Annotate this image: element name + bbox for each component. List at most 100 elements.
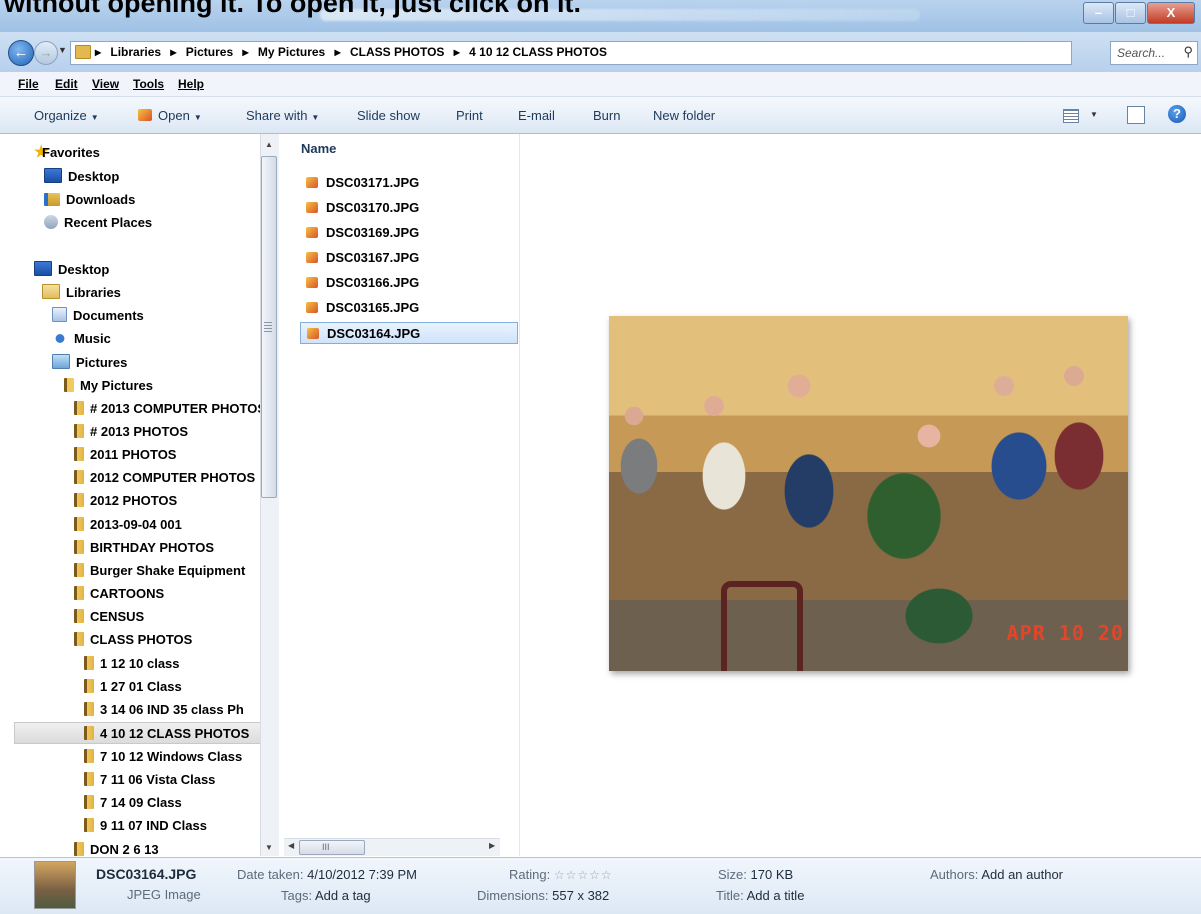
date-taken-field[interactable]: Date taken: 4/10/2012 7:39 PM xyxy=(237,867,417,882)
help-icon[interactable]: ? xyxy=(1168,105,1186,123)
rating-stars-icon[interactable]: ☆☆☆☆☆ xyxy=(554,868,613,882)
tree-item-libraries[interactable]: Libraries xyxy=(42,282,121,304)
photo-date-stamp: APR 10 20 xyxy=(1006,621,1124,645)
breadcrumb-my-pictures[interactable]: My Pictures xyxy=(258,45,325,59)
tree-item-folder[interactable]: 2012 PHOTOS xyxy=(74,490,177,512)
file-item[interactable]: DSC03167.JPG xyxy=(300,247,518,269)
share-with-label: Share with xyxy=(246,108,308,123)
organize-button[interactable]: Organize ▼ xyxy=(34,108,99,123)
minimize-button[interactable]: – xyxy=(1083,2,1114,24)
tree-item-favorites[interactable]: ★Favorites xyxy=(34,142,100,164)
email-button[interactable]: E-mail xyxy=(518,108,555,123)
folder-icon xyxy=(84,772,94,786)
breadcrumb-separator-icon[interactable]: ▸ xyxy=(95,45,101,59)
menu-help[interactable]: Help xyxy=(178,77,204,91)
burn-button[interactable]: Burn xyxy=(593,108,620,123)
tree-item-recent-places[interactable]: Recent Places xyxy=(44,212,152,234)
breadcrumb-libraries[interactable]: Libraries xyxy=(110,45,161,59)
breadcrumb-pictures[interactable]: Pictures xyxy=(186,45,233,59)
file-item[interactable]: DSC03169.JPG xyxy=(300,222,518,244)
tree-item-pictures[interactable]: Pictures xyxy=(52,352,127,374)
tree-item-folder[interactable]: CARTOONS xyxy=(74,583,164,605)
open-button[interactable]: Open ▼ xyxy=(138,108,202,123)
folder-icon xyxy=(84,818,94,832)
scroll-up-icon[interactable]: ▲ xyxy=(265,140,273,149)
authors-field[interactable]: Authors: Add an author xyxy=(930,867,1063,882)
tree-item-my-pictures[interactable]: My Pictures xyxy=(64,375,153,397)
breadcrumb-current-folder[interactable]: 4 10 12 CLASS PHOTOS xyxy=(469,45,607,59)
tree-item-folder[interactable]: 3 14 06 IND 35 class Ph xyxy=(84,699,244,721)
tree-item-music[interactable]: Music xyxy=(52,328,111,350)
tree-item-label: Downloads xyxy=(66,192,136,207)
new-folder-button[interactable]: New folder xyxy=(653,108,715,123)
documents-icon xyxy=(52,307,67,322)
tree-item-selected-folder[interactable]: 4 10 12 CLASS PHOTOS xyxy=(14,722,278,744)
tree-item-folder[interactable]: CENSUS xyxy=(74,606,144,628)
tree-item-label: 1 12 10 class xyxy=(100,656,180,671)
rating-field[interactable]: Rating: ☆☆☆☆☆ xyxy=(509,867,613,882)
forward-button[interactable]: → xyxy=(34,41,58,65)
menu-edit[interactable]: Edit xyxy=(55,77,78,91)
scroll-left-icon[interactable]: ◀ xyxy=(288,841,294,850)
breadcrumb-separator-icon[interactable]: ▸ xyxy=(335,45,341,59)
file-item[interactable]: DSC03165.JPG xyxy=(300,297,518,319)
file-item-selected[interactable]: DSC03164.JPG xyxy=(300,322,518,344)
breadcrumb-separator-icon[interactable]: ▸ xyxy=(243,45,249,59)
tree-item-folder[interactable]: 7 14 09 Class xyxy=(84,792,182,814)
tree-item-folder[interactable]: 2011 PHOTOS xyxy=(74,444,176,466)
breadcrumb-separator-icon[interactable]: ▸ xyxy=(170,45,176,59)
address-bar[interactable]: ▸ Libraries ▸ Pictures ▸ My Pictures ▸ C… xyxy=(70,41,1141,65)
tree-item-folder[interactable]: # 2013 PHOTOS xyxy=(74,421,188,443)
preview-pane-toggle-icon[interactable] xyxy=(1127,106,1145,124)
breadcrumb-separator-icon[interactable]: ▸ xyxy=(454,45,460,59)
tree-item-downloads[interactable]: Downloads xyxy=(44,189,135,211)
chevron-down-icon[interactable]: ▼ xyxy=(1090,110,1098,119)
close-button[interactable]: X xyxy=(1147,2,1195,24)
name-column-header[interactable]: Name xyxy=(301,141,336,156)
tree-item-desktop-root[interactable]: Desktop xyxy=(34,259,109,281)
tree-item-folder[interactable]: DON 2 6 13 xyxy=(74,839,159,856)
tree-item-folder[interactable]: Burger Shake Equipment xyxy=(74,560,245,582)
file-item[interactable]: DSC03171.JPG xyxy=(300,172,518,194)
tree-item-folder[interactable]: 1 12 10 class xyxy=(84,653,180,675)
tree-item-folder[interactable]: 1 27 01 Class xyxy=(84,676,182,698)
tree-item-folder[interactable]: BIRTHDAY PHOTOS xyxy=(74,537,214,559)
tree-item-folder[interactable]: 7 10 12 Windows Class xyxy=(84,746,242,768)
tree-item-documents[interactable]: Documents xyxy=(52,305,144,327)
tags-field[interactable]: Tags: Add a tag xyxy=(281,888,371,903)
change-view-icon[interactable] xyxy=(1063,109,1079,123)
file-list-scroll-thumb[interactable] xyxy=(299,840,365,855)
print-button[interactable]: Print xyxy=(456,108,483,123)
breadcrumb-class-photos[interactable]: CLASS PHOTOS xyxy=(350,45,444,59)
maximize-button[interactable]: □ xyxy=(1115,2,1146,24)
back-button[interactable]: ← xyxy=(8,40,34,66)
tree-item-folder[interactable]: 7 11 06 Vista Class xyxy=(84,769,215,791)
menu-bar: File Edit View Tools Help xyxy=(0,72,1201,97)
scroll-down-icon[interactable]: ▼ xyxy=(265,843,273,852)
tree-item-label: CENSUS xyxy=(90,609,145,624)
share-with-button[interactable]: Share with ▼ xyxy=(246,108,319,123)
scroll-right-icon[interactable]: ▶ xyxy=(489,841,495,850)
menu-tools[interactable]: Tools xyxy=(133,77,164,91)
search-input[interactable]: Search... ⚲ xyxy=(1110,41,1198,65)
tree-item-folder[interactable]: 9 11 07 IND Class xyxy=(84,815,207,837)
tree-item-label: Recent Places xyxy=(64,215,153,230)
menu-file[interactable]: File xyxy=(18,77,39,91)
tree-item-folder[interactable]: 2012 COMPUTER PHOTOS xyxy=(74,467,255,489)
image-file-icon xyxy=(306,277,318,288)
file-item[interactable]: DSC03170.JPG xyxy=(300,197,518,219)
file-item[interactable]: DSC03166.JPG xyxy=(300,272,518,294)
image-file-icon xyxy=(306,227,318,238)
recent-pages-dropdown[interactable]: ▼ xyxy=(58,45,67,55)
tree-item-desktop[interactable]: Desktop xyxy=(44,166,119,188)
tree-item-class-photos[interactable]: CLASS PHOTOS xyxy=(74,629,192,651)
window-controls: – □ X xyxy=(1082,2,1195,24)
desktop-icon xyxy=(44,168,62,183)
menu-view[interactable]: View xyxy=(92,77,119,91)
tree-item-folder[interactable]: # 2013 COMPUTER PHOTOS xyxy=(74,398,266,420)
tree-item-folder[interactable]: 2013-09-04 001 xyxy=(74,514,182,536)
rating-label: Rating: xyxy=(509,867,551,882)
slide-show-button[interactable]: Slide show xyxy=(357,108,420,123)
search-icon[interactable]: ⚲ xyxy=(1183,44,1193,60)
title-field[interactable]: Title: Add a title xyxy=(716,888,804,903)
